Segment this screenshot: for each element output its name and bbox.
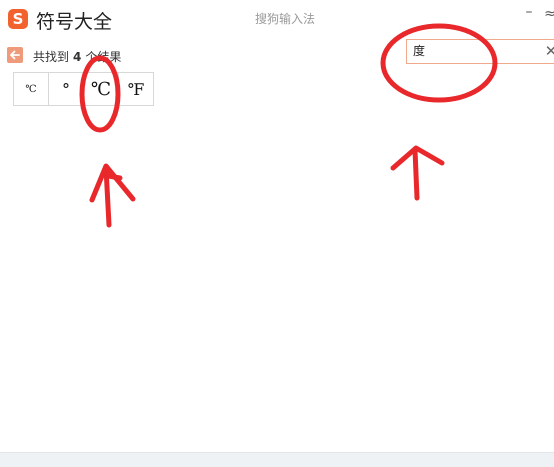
back-button[interactable] [7, 47, 23, 63]
clear-search-icon[interactable]: ✕ [543, 42, 554, 60]
minimize-button[interactable]: – [521, 4, 537, 20]
result-suffix: 个结果 [85, 50, 122, 64]
app-title: 符号大全 [36, 11, 113, 33]
title-bar: S 符号大全 搜狗输入法 – ≈ [0, 0, 554, 38]
symbol-cell[interactable]: ℉ [119, 73, 153, 105]
result-count: 4 [73, 50, 82, 64]
result-count-text: 共找到 4 个结果 [33, 48, 121, 65]
symbol-grid: ℃ ° ℃ ℉ [13, 72, 154, 106]
result-prefix: 共找到 [33, 50, 70, 64]
ime-title: 搜狗输入法 [255, 12, 316, 26]
maximize-button[interactable]: ≈ [542, 6, 554, 22]
symbol-cell[interactable]: ℃ [84, 73, 119, 105]
status-strip [0, 452, 554, 467]
annotation-arrow-right [390, 145, 445, 201]
red-annotation-overlay [79, 23, 498, 228]
symbol-cell[interactable]: ℃ [14, 73, 49, 105]
annotation-arrow-left [89, 163, 136, 228]
back-arrow-icon [10, 50, 20, 60]
symbol-cell[interactable]: ° [49, 73, 84, 105]
search-box[interactable]: ✕ [406, 39, 554, 64]
logo-letter: S [12, 10, 24, 28]
search-input[interactable] [413, 43, 533, 57]
sogou-logo-icon: S [8, 9, 28, 29]
symbol-window: S 符号大全 搜狗输入法 – ≈ 共找到4个结果 ✕ ℃ ° ℃ ℉ [0, 0, 554, 467]
